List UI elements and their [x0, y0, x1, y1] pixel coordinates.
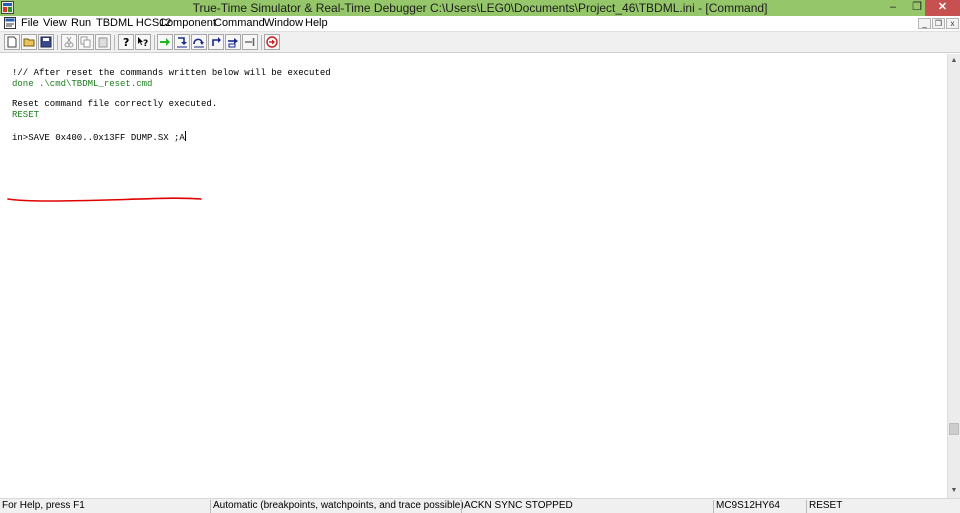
toolbar-separator — [154, 35, 155, 50]
text-cursor — [184, 131, 186, 141]
step-over-icon — [193, 38, 204, 48]
command-output-line: done .\cmd\TBDML_reset.cmd — [12, 79, 153, 89]
status-mode: Automatic (breakpoints, watchpoints, and… — [210, 500, 464, 513]
scroll-up-button[interactable]: ▲ — [948, 54, 960, 68]
menu-help[interactable]: Help — [305, 17, 328, 29]
scroll-thumb[interactable] — [949, 423, 959, 435]
document-menu-icon[interactable] — [4, 17, 16, 29]
cut-button[interactable] — [61, 34, 77, 50]
new-icon — [7, 36, 17, 48]
start-continue-icon — [160, 38, 170, 46]
assembly-step-icon — [228, 38, 238, 48]
save-icon — [40, 36, 52, 48]
menu-view[interactable]: View — [43, 17, 67, 29]
toolbar: ? ? — [0, 31, 960, 53]
command-output-line: RESET — [12, 110, 40, 120]
vertical-scrollbar[interactable]: ▲ ▼ — [947, 54, 960, 498]
child-close-button[interactable]: x — [946, 18, 959, 29]
menu-run[interactable]: Run — [71, 17, 91, 29]
paste-icon — [98, 37, 108, 48]
child-restore-button[interactable]: ❐ — [932, 18, 945, 29]
menu-bar: File View Run TBDML HCS12 Component Comm… — [0, 16, 960, 31]
cut-icon — [64, 36, 74, 48]
toolbar-separator — [57, 35, 58, 50]
debugger-window: True-Time Simulator & Real-Time Debugger… — [0, 0, 960, 513]
menu-command[interactable]: Command — [214, 17, 265, 29]
help-button[interactable]: ? — [118, 34, 134, 50]
status-help-text: For Help, press F1 — [2, 500, 85, 511]
command-output-line: Reset command file correctly executed. — [12, 99, 218, 109]
step-over-button[interactable] — [191, 34, 207, 50]
menu-file[interactable]: File — [21, 17, 39, 29]
help-icon: ? — [123, 36, 129, 48]
close-button[interactable]: ✕ — [925, 0, 960, 16]
halt-icon — [245, 38, 255, 46]
status-connection: ACKN SYNC STOPPED — [461, 500, 712, 513]
context-help-button[interactable]: ? — [135, 34, 151, 50]
reset-target-icon — [266, 36, 278, 48]
red-underline-annotation — [7, 197, 202, 202]
save-button[interactable] — [38, 34, 54, 50]
halt-button[interactable] — [242, 34, 258, 50]
toolbar-separator — [261, 35, 262, 50]
command-output-line: !// After reset the commands written bel… — [12, 68, 331, 78]
copy-button[interactable] — [78, 34, 94, 50]
paste-button[interactable] — [95, 34, 111, 50]
svg-text:?: ? — [143, 39, 148, 48]
context-help-icon: ? — [138, 37, 148, 48]
minimize-button[interactable]: – — [880, 0, 906, 16]
scroll-down-button[interactable]: ▼ — [948, 484, 960, 498]
toolbar-separator — [114, 35, 115, 50]
step-out-icon — [212, 37, 221, 46]
window-title: True-Time Simulator & Real-Time Debugger… — [192, 1, 768, 15]
status-bar: For Help, press F1 Automatic (breakpoint… — [0, 498, 960, 513]
assembly-step-button[interactable] — [225, 34, 241, 50]
status-device: MC9S12HY64 — [713, 500, 806, 513]
open-button[interactable] — [21, 34, 37, 50]
command-input-line[interactable]: in>SAVE 0x400..0x13FF DUMP.SX ;A — [12, 131, 186, 143]
command-window[interactable]: !// After reset the commands written bel… — [0, 54, 947, 498]
open-icon — [23, 38, 35, 47]
new-button[interactable] — [4, 34, 20, 50]
command-input-text: in>SAVE 0x400..0x13FF DUMP.SX ;A — [12, 133, 185, 143]
single-step-icon — [177, 37, 187, 48]
status-state: RESET — [806, 500, 960, 513]
menu-window[interactable]: Window — [264, 17, 303, 29]
child-minimize-button[interactable]: _ — [918, 18, 931, 29]
start-continue-button[interactable] — [157, 34, 173, 50]
menu-component[interactable]: Component — [159, 17, 216, 29]
single-step-button[interactable] — [174, 34, 190, 50]
step-out-button[interactable] — [208, 34, 224, 50]
reset-target-button[interactable] — [264, 34, 280, 50]
svg-text:?: ? — [123, 36, 129, 48]
title-bar[interactable]: True-Time Simulator & Real-Time Debugger… — [0, 0, 960, 16]
copy-icon — [80, 36, 91, 48]
